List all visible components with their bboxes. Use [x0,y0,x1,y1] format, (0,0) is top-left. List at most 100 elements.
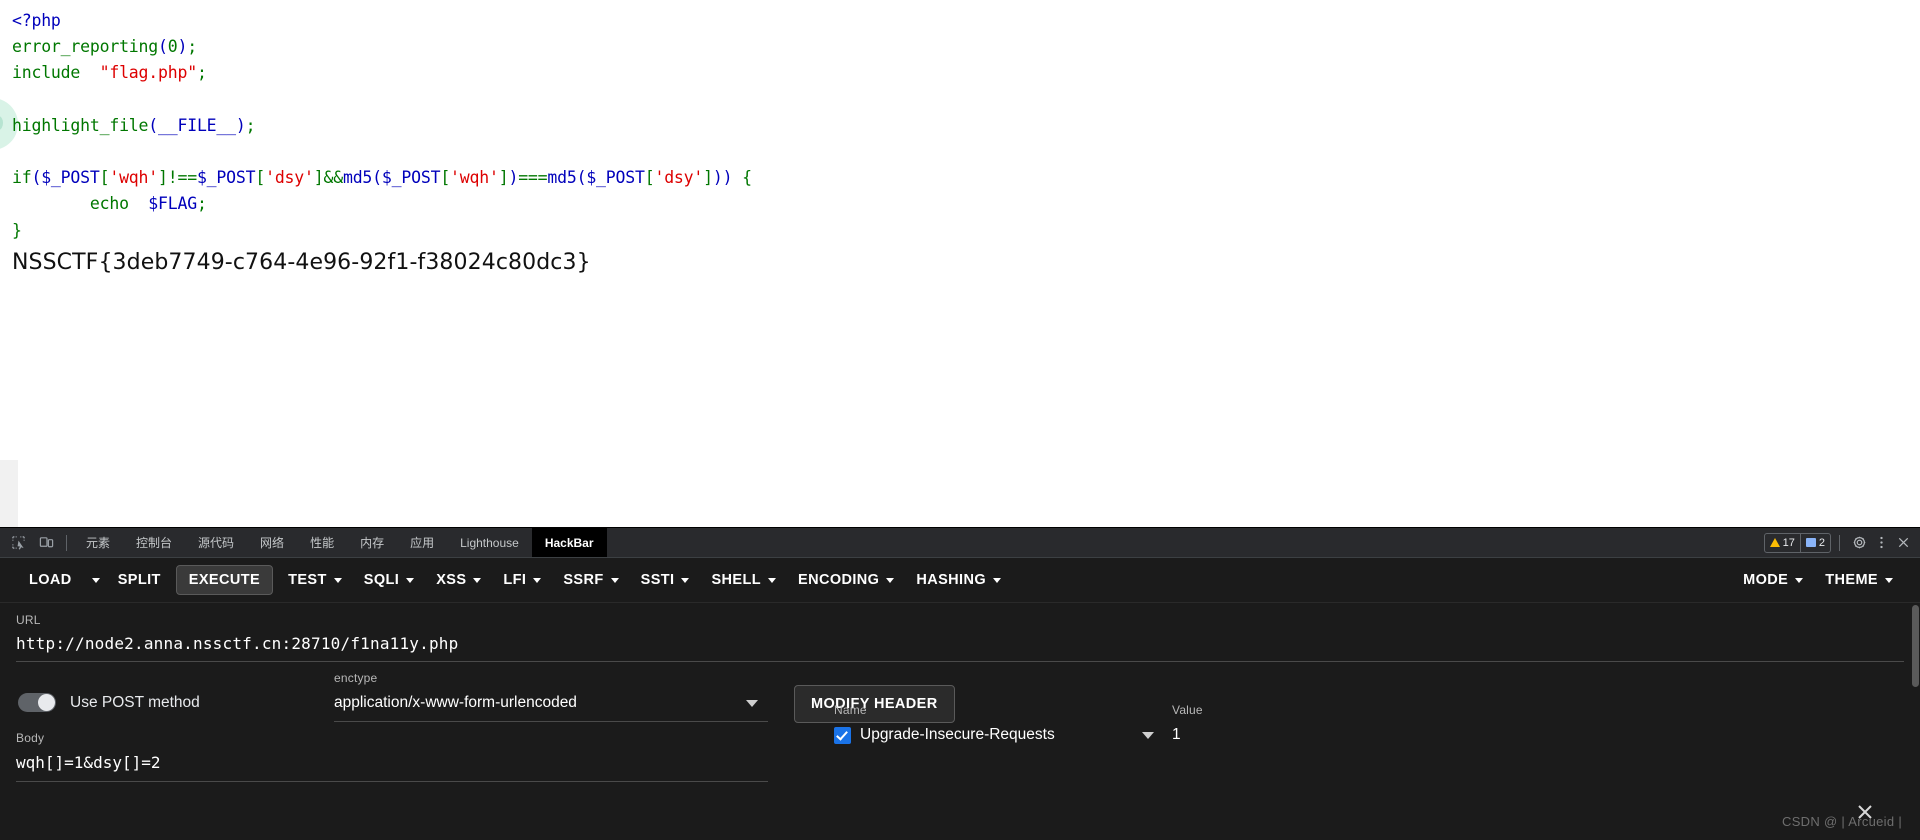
chevron-down-icon [746,699,758,707]
devtools-tab-元素[interactable]: 元素 [73,528,123,557]
enctype-select[interactable]: application/x-www-form-urlencoded [334,694,768,722]
header-value-group: Value 1 [1172,703,1502,744]
hackbar-ssrf-button[interactable]: SSRF [552,565,629,595]
devtools-tab-控制台[interactable]: 控制台 [123,528,185,557]
caret-down-icon [533,577,542,583]
button-label: SSRF [563,572,604,588]
post-method-toggle-row[interactable]: Use POST method [18,693,200,712]
code-token: ) [235,115,246,135]
header-name-label: Name [834,703,867,717]
hackbar-right-button-group: MODE THEME [1732,565,1904,595]
devtools-tab-源代码[interactable]: 源代码 [185,528,247,557]
hackbar-split-button[interactable]: SPLIT [107,565,172,595]
header-name-value: Upgrade-Insecure-Requests [860,726,1055,743]
post-method-toggle[interactable] [18,693,56,712]
devtools-tab-性能[interactable]: 性能 [297,528,347,557]
device-toolbar-icon[interactable] [32,528,60,557]
warning-triangle-icon [1769,538,1780,547]
hackbar-lfi-button[interactable]: LFI [492,565,552,595]
code-token: __FILE__ [158,115,236,135]
enctype-label: enctype [334,671,378,685]
caret-down-icon [333,577,342,583]
code-token: $_POST [196,168,256,188]
code-token: !== [167,168,197,188]
code-token: highlight_file [12,115,149,135]
body-field-group: Body wqh[]=1&dsy[]=2 [16,731,768,782]
message-icon [1805,538,1816,547]
code-token: ] [158,168,168,188]
code-line: } [12,218,752,244]
code-token: ; [245,115,256,135]
code-token: ; [196,194,207,214]
close-icon[interactable] [1892,535,1914,550]
toolbar-divider-2 [1839,534,1840,551]
code-line: if($_POST['wqh']!==$_POST['dsy']&&md5($_… [12,165,752,191]
enctype-value: application/x-www-form-urlencoded [334,694,577,711]
button-label: SPLIT [117,572,161,588]
button-label: EXECUTE [188,572,261,588]
warnings-badge[interactable]: 17 [1765,534,1800,552]
header-value-row: 1 [1172,726,1502,744]
code-token: ; [196,63,207,83]
gear-icon[interactable] [1848,535,1870,550]
button-label: SSTI [640,572,675,588]
url-field-group: URL http://node2.anna.nssctf.cn:28710/f1… [16,613,1904,662]
hackbar-mode-button[interactable]: MODE [1732,565,1814,595]
code-token: ( [148,115,159,135]
devtools-tabbar: 元素 控制台 源代码 网络 性能 内存 应用 Lighthouse HackBar 17 2 [0,528,1920,558]
hackbar-load-button[interactable]: LOAD [18,565,83,595]
hackbar-shell-button[interactable]: SHELL [700,565,787,595]
header-name-group: Name Upgrade-Insecure-Requests [834,703,1164,744]
devtools-tab-网络[interactable]: 网络 [247,528,297,557]
header-enable-checkbox[interactable] [834,726,851,744]
code-token: [ [440,168,451,188]
button-label: MODE [1743,572,1789,588]
hackbar-hashing-button[interactable]: HASHING [905,565,1012,595]
button-label: HASHING [916,572,987,588]
issue-badges: 17 2 [1763,532,1831,553]
code-line: error_reporting(0); [12,34,752,60]
header-name-input[interactable]: Upgrade-Insecure-Requests [860,726,1164,744]
code-token: && [323,168,344,188]
devtools-tab-HackBar[interactable]: HackBar [531,528,607,557]
devtools-tab-应用[interactable]: 应用 [397,528,447,557]
body-input[interactable]: wqh[]=1&dsy[]=2 [16,753,768,782]
hackbar-xss-button[interactable]: XSS [425,565,492,595]
hackbar-ssti-button[interactable]: SSTI [630,565,701,595]
devtools-tab-内存[interactable]: 内存 [347,528,397,557]
header-value-label: Value [1172,703,1203,717]
more-vertical-icon[interactable] [1870,535,1892,550]
toolbar-divider [66,534,67,551]
hackbar-theme-button[interactable]: THEME [1814,565,1904,595]
header-name-row: Upgrade-Insecure-Requests [834,726,1164,744]
caret-down-icon [406,577,415,583]
button-label: SQLI [363,572,400,588]
code-token: ] [498,168,509,188]
code-token: ) [508,168,519,188]
hackbar-scrollbar[interactable] [1912,605,1919,687]
code-token: $_POST [586,168,645,188]
hackbar-test-button[interactable]: TEST [277,565,353,595]
hackbar-sqli-button[interactable]: SQLI [353,565,425,595]
code-token: ) [177,37,188,57]
caret-down-icon [610,577,619,583]
url-input[interactable]: http://node2.anna.nssctf.cn:28710/f1na11… [16,634,1904,662]
devtools-tab-Lighthouse[interactable]: Lighthouse [447,528,532,557]
button-label: LOAD [29,572,72,588]
inspect-element-icon[interactable] [4,528,32,557]
browser-page-content: <?php error_reporting(0); include "flag.ph… [0,0,1920,527]
hackbar-execute-button[interactable]: EXECUTE [175,565,274,595]
hackbar-dropdown-button[interactable] [83,571,107,590]
code-token: ( [372,168,382,188]
hackbar-encoding-button[interactable]: ENCODING [787,565,905,595]
page-left-strip [0,460,18,527]
code-token: [ [644,168,655,188]
caret-down-icon [681,577,690,583]
code-token: 'dsy' [265,168,314,188]
screenshot-root: <?php error_reporting(0); include "flag.ph… [0,0,1920,840]
messages-badge[interactable]: 2 [1799,533,1830,552]
code-line: include "flag.php"; [12,60,752,86]
header-value-input[interactable]: 1 [1172,726,1502,744]
